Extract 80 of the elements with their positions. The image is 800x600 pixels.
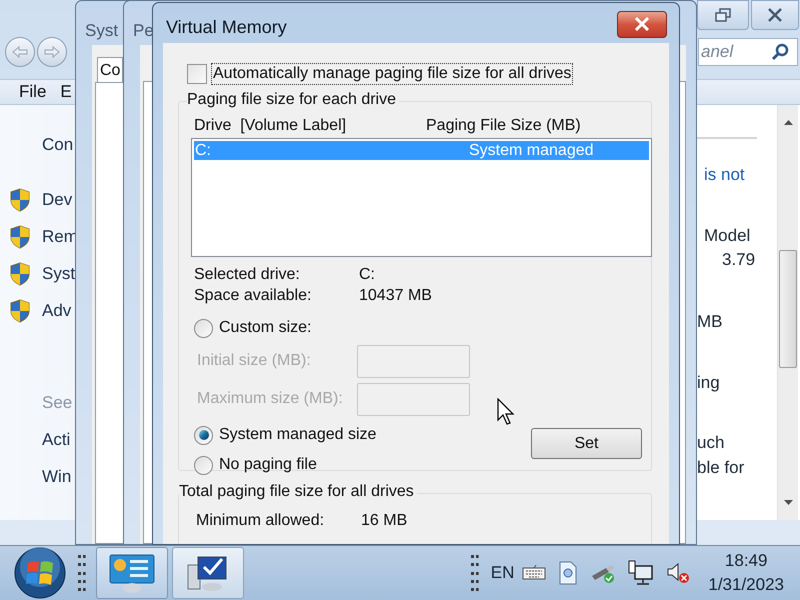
info-text: MB	[697, 311, 722, 333]
task-link[interactable]: Acti	[42, 428, 70, 452]
field-label: Initial size (MB):	[197, 351, 312, 371]
set-button[interactable]: Set	[531, 428, 642, 459]
info-text: ing	[697, 372, 720, 394]
radio-button[interactable]	[194, 318, 213, 338]
input-field[interactable]	[357, 382, 470, 416]
pane-heading: Con	[42, 134, 74, 156]
task-link[interactable]: Adv	[42, 299, 72, 323]
clock[interactable]: 18:49 1/31/2023	[708, 549, 784, 597]
info-text: 3.79	[722, 249, 756, 271]
info-text: ble for	[697, 457, 744, 479]
cursor-icon	[497, 398, 515, 425]
forward-arrow-icon	[44, 46, 60, 58]
shield-icon	[10, 262, 30, 286]
start-button[interactable]	[14, 547, 66, 599]
radio-button[interactable]	[194, 426, 213, 444]
shield-icon	[10, 188, 30, 212]
dialog-title: Virtual Memory	[166, 16, 287, 39]
task-link[interactable]: Win	[42, 465, 72, 489]
back-arrow-icon	[12, 46, 28, 58]
section-label: See	[42, 392, 72, 414]
info-value: 10437 MB	[359, 286, 432, 306]
group-title: Total paging file size for all drives	[179, 482, 417, 502]
close-icon	[634, 17, 650, 31]
restore-button[interactable]	[697, 0, 749, 30]
task-link[interactable]: Syst	[42, 262, 76, 286]
scroll-down-icon	[784, 500, 793, 506]
taskbar-gripper[interactable]	[470, 553, 479, 593]
link-text[interactable]: is not	[704, 163, 745, 187]
info-label: Space available:	[194, 286, 312, 306]
drive-letter: C:	[194, 140, 212, 160]
close-icon	[767, 8, 783, 22]
window-title: Syst	[85, 20, 118, 42]
menu-item[interactable]: File	[19, 79, 46, 105]
info-text: uch	[697, 432, 724, 454]
shield-icon	[10, 225, 30, 249]
info-text: Model	[704, 225, 750, 247]
taskbar-button[interactable]	[172, 547, 244, 599]
scrollbar[interactable]	[777, 105, 798, 520]
shield-icon	[10, 299, 30, 323]
close-button[interactable]	[617, 10, 667, 38]
keyboard-icon[interactable]	[522, 565, 546, 581]
info-value: 16 MB	[361, 510, 408, 530]
paging-size: System managed	[469, 140, 594, 160]
search-icon	[771, 43, 789, 61]
control-panel-icon	[108, 553, 156, 593]
column-header: Paging File Size (MB)	[426, 116, 581, 136]
taskbar-button[interactable]	[96, 547, 168, 599]
document-search-icon[interactable]	[558, 561, 578, 585]
info-value: C:	[359, 264, 375, 284]
menu-item[interactable]: E	[60, 79, 72, 105]
scroll-up-icon	[784, 119, 793, 125]
radio-label[interactable]: No paging file	[219, 453, 317, 477]
language-indicator[interactable]: EN	[490, 560, 514, 586]
radio-label[interactable]: Custom size:	[219, 316, 312, 340]
clock-time: 18:49	[724, 550, 768, 572]
scroll-thumb[interactable]	[779, 250, 797, 368]
column-header: Drive [Volume Label]	[194, 116, 348, 136]
info-label: Minimum allowed:	[196, 510, 326, 530]
group-title: Paging file size for each drive	[187, 90, 399, 110]
input-field[interactable]	[357, 344, 470, 378]
clock-date: 1/31/2023	[708, 574, 784, 596]
radio-label[interactable]: System managed size	[219, 423, 376, 447]
task-link[interactable]: Dev	[42, 188, 72, 212]
radio-button[interactable]	[194, 456, 213, 474]
tab[interactable]: Co	[97, 57, 124, 83]
info-label: Selected drive:	[194, 264, 301, 284]
network-icon[interactable]	[628, 560, 654, 586]
field-label: Maximum size (MB):	[197, 389, 344, 409]
search-placeholder: anel	[701, 41, 734, 64]
checkbox-label[interactable]: Automatically manage paging file size for all drives	[211, 63, 574, 85]
checkbox[interactable]	[187, 64, 207, 84]
window-title: Pe	[133, 20, 154, 42]
taskbar-gripper[interactable]	[78, 553, 86, 593]
close-button[interactable]	[751, 0, 799, 30]
speaker-muted-icon[interactable]	[666, 561, 690, 585]
usb-device-icon[interactable]	[590, 562, 616, 584]
search-field[interactable]: anel	[698, 38, 798, 66]
restore-icon	[715, 8, 731, 22]
